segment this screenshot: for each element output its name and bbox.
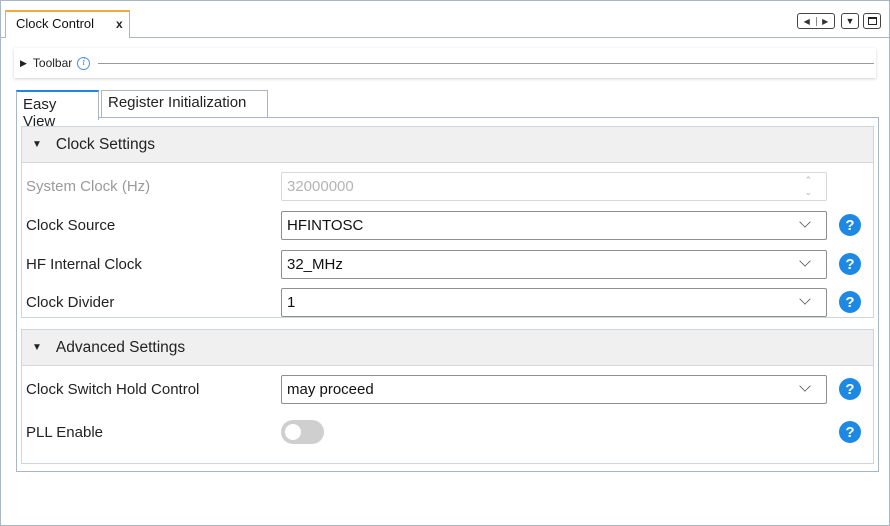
pll-enable-row: PLL Enable ? [22,418,873,448]
clock-switch-hold-row: Clock Switch Hold Control may proceed ? [22,375,873,405]
help-icon[interactable]: ? [839,291,861,313]
expand-toolbar-icon[interactable]: ▶ [20,58,27,69]
field-value: 32000000 [287,178,354,195]
advanced-settings-section: ▼ Advanced Settings Clock Switch Hold Co… [21,329,874,464]
collapse-caret-icon[interactable]: ▼ [32,139,42,150]
system-clock-input: 32000000 ⌃ ⌄ [281,172,827,201]
content-area: ▶ Toolbar i Easy View Register Initializ… [6,38,884,523]
clock-divider-row: Clock Divider 1 ? [22,288,873,318]
field-value: HFINTOSC [287,217,364,234]
section-title: Clock Settings [55,135,155,153]
scroll-right-icon[interactable]: ▶ [815,16,835,26]
field-label: Clock Divider [26,294,115,311]
view-menu-icon[interactable]: ▼ [841,13,859,29]
help-icon[interactable]: ? [839,421,861,443]
clock-divider-dropdown[interactable]: 1 [281,288,827,317]
chevron-down-icon [799,216,811,228]
collapse-caret-icon[interactable]: ▼ [32,342,42,353]
chevron-down-icon [799,255,811,267]
tab-easy-view[interactable]: Easy View [16,90,99,130]
toolbar-label: Toolbar [32,56,73,70]
hf-internal-clock-row: HF Internal Clock 32_MHz ? [22,250,873,280]
section-title: Advanced Settings [55,338,186,356]
field-label: Clock Source [26,217,116,234]
field-label: PLL Enable [26,424,104,441]
tab-title: Clock Control [16,16,95,31]
clock-switch-hold-dropdown[interactable]: may proceed [281,375,827,404]
system-clock-row: System Clock (Hz) 32000000 ⌃ ⌄ [22,172,873,202]
field-label: System Clock (Hz) [26,178,151,195]
tab-clock-control[interactable]: Clock Control x [5,10,130,38]
spinner-arrows-icon: ⌃ ⌄ [804,175,812,197]
toolbar-section[interactable]: ▶ Toolbar i [14,48,876,78]
help-icon[interactable]: ? [839,214,861,236]
field-label: HF Internal Clock [26,256,142,273]
chevron-down-icon [799,293,811,305]
clock-control-window: Clock Control x ◀ ▶ ▼ ▶ Toolbar i Easy V… [0,0,890,526]
editor-tab-bar: Clock Control x ◀ ▶ ▼ [1,1,889,38]
field-label: Clock Switch Hold Control [26,381,200,398]
help-icon[interactable]: ? [839,378,861,400]
clock-settings-section: ▼ Clock Settings System Clock (Hz) 32000… [21,126,874,318]
field-value: 1 [287,294,296,311]
help-icon[interactable]: ? [839,253,861,275]
info-icon[interactable]: i [77,56,91,70]
field-value: 32_MHz [287,256,343,273]
field-value: may proceed [287,381,374,398]
tab-navigation: ◀ ▶ [797,13,835,29]
tab-register-initialization[interactable]: Register Initialization [101,90,268,118]
pll-enable-toggle[interactable] [281,420,324,444]
maximize-icon[interactable] [863,13,881,29]
hf-internal-clock-dropdown[interactable]: 32_MHz [281,250,827,279]
close-tab-icon[interactable]: x [116,17,123,31]
toolbar-divider [98,62,874,64]
scroll-left-icon[interactable]: ◀ [798,17,816,26]
chevron-down-icon [799,380,811,392]
advanced-settings-header[interactable]: ▼ Advanced Settings [22,330,873,366]
easy-view-panel: ▼ Clock Settings System Clock (Hz) 32000… [16,117,879,472]
clock-source-row: Clock Source HFINTOSC ? [22,211,873,241]
clock-source-dropdown[interactable]: HFINTOSC [281,211,827,240]
clock-settings-header[interactable]: ▼ Clock Settings [22,127,873,163]
